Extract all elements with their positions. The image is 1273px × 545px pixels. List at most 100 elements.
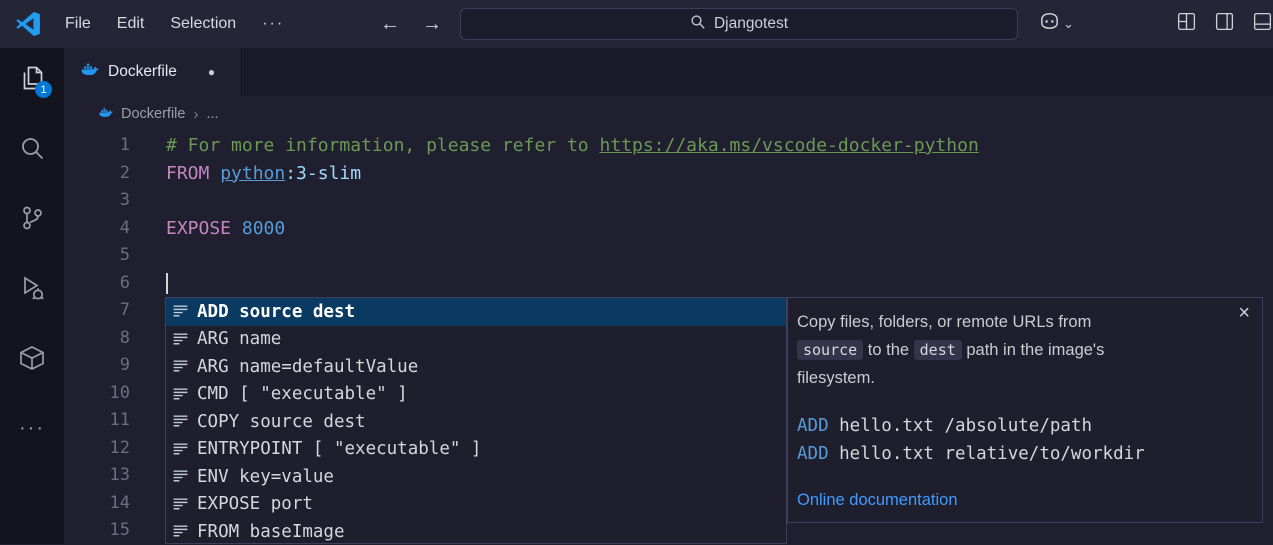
- online-documentation-link[interactable]: Online documentation: [797, 491, 958, 510]
- suggestion-item[interactable]: ARG name: [166, 326, 786, 354]
- inline-code: source: [797, 340, 863, 360]
- doc-text: Copy files, folders, or remote URLs from: [797, 313, 1091, 331]
- line-number: 7: [64, 297, 130, 325]
- suggest-details-panel: Copy files, folders, or remote URLs from…: [787, 297, 1263, 523]
- activity-overflow-icon[interactable]: ···: [18, 414, 46, 442]
- line-number: 2: [64, 160, 130, 188]
- suggestion-label: ADD source dest: [197, 302, 355, 322]
- menu-overflow-button[interactable]: ···: [249, 15, 297, 33]
- explorer-icon[interactable]: 1: [18, 64, 46, 92]
- doc-code-token: ADD: [797, 444, 829, 464]
- title-bar: File Edit Selection ··· ← → Djangotest ⌄: [0, 0, 1273, 48]
- suggestion-item[interactable]: COPY source dest: [166, 408, 786, 436]
- code-token: https://aka.ms/vscode-docker-python: [599, 135, 978, 156]
- line-number: 13: [64, 462, 130, 490]
- dirty-indicator[interactable]: ●: [208, 65, 215, 79]
- code-token: :3-slim: [285, 163, 361, 184]
- suggestion-icon: [171, 523, 189, 541]
- doc-code-example: ADD hello.txt /absolute/path: [797, 413, 1222, 441]
- source-control-icon[interactable]: [18, 204, 46, 232]
- line-number: 10: [64, 380, 130, 408]
- code-text: EXPOSE 8000: [166, 215, 285, 243]
- menu-edit[interactable]: Edit: [104, 15, 158, 33]
- code-text: [166, 270, 168, 298]
- menu-selection[interactable]: Selection: [157, 15, 249, 33]
- suggestion-item[interactable]: CMD [ "executable" ]: [166, 381, 786, 409]
- toggle-panel-icon[interactable]: [1252, 11, 1273, 37]
- doc-text-line: filesystem.: [797, 364, 1222, 392]
- editor-line[interactable]: 6: [64, 270, 1273, 298]
- doc-text: filesystem.: [797, 369, 875, 387]
- code-text: FROM python:3-slim: [166, 160, 361, 188]
- suggestion-item[interactable]: FROM baseImage: [166, 518, 786, 544]
- breadcrumb-symbol[interactable]: ...: [206, 106, 218, 122]
- toggle-sidebar-icon[interactable]: [1214, 11, 1235, 37]
- doc-text: to the: [863, 341, 913, 359]
- suggestion-label: ENTRYPOINT [ "executable" ]: [197, 439, 481, 459]
- line-number: 14: [64, 490, 130, 518]
- history-nav: ← →: [380, 0, 442, 48]
- customize-layout-icon[interactable]: [1176, 11, 1197, 37]
- back-icon[interactable]: ←: [380, 13, 400, 36]
- suggestion-label: ARG name=defaultValue: [197, 357, 418, 377]
- suggestion-icon: [171, 468, 189, 486]
- line-number: 1: [64, 132, 130, 160]
- suggestion-item[interactable]: EXPOSE port: [166, 491, 786, 519]
- text-cursor: [166, 273, 168, 294]
- tab-dockerfile[interactable]: Dockerfile ●: [64, 48, 242, 96]
- tab-bar: Dockerfile ●: [64, 48, 1273, 96]
- suggestion-icon: [171, 495, 189, 513]
- vscode-logo-icon: [15, 11, 41, 37]
- command-center-search[interactable]: Djangotest: [460, 8, 1018, 40]
- forward-icon[interactable]: →: [422, 13, 442, 36]
- suggestion-item[interactable]: ENV key=value: [166, 463, 786, 491]
- docker-whale-icon: [98, 105, 113, 124]
- editor-line[interactable]: 3: [64, 187, 1273, 215]
- suggestion-label: COPY source dest: [197, 412, 366, 432]
- line-number: 3: [64, 187, 130, 215]
- editor-line[interactable]: 5: [64, 242, 1273, 270]
- editor-line[interactable]: 2 FROM python:3-slim: [64, 160, 1273, 188]
- code-token: # For more information, please refer to: [166, 135, 599, 156]
- editor-line[interactable]: 1 # For more information, please refer to…: [64, 132, 1273, 160]
- code-token: FROM: [166, 163, 220, 184]
- suggestion-item[interactable]: ADD source dest: [166, 298, 786, 326]
- copilot-icon: [1038, 10, 1061, 38]
- tab-label: Dockerfile: [108, 63, 177, 81]
- line-number: 5: [64, 242, 130, 270]
- suggestion-icon: [171, 385, 189, 403]
- search-icon: [690, 14, 706, 35]
- breadcrumb-file[interactable]: Dockerfile: [121, 106, 185, 122]
- doc-text: path in the image's: [962, 341, 1105, 359]
- search-view-icon[interactable]: [18, 134, 46, 162]
- docker-icon[interactable]: [18, 344, 46, 372]
- editor-line[interactable]: 4 EXPOSE 8000: [64, 215, 1273, 243]
- layout-controls: [1176, 0, 1273, 48]
- suggest-widget: ADD source dest ARG name ARG name=defaultV…: [165, 297, 787, 544]
- suggestion-item[interactable]: ENTRYPOINT [ "executable" ]: [166, 436, 786, 464]
- code-token: python: [220, 163, 285, 184]
- suggestion-icon: [171, 413, 189, 431]
- suggestion-examples: ADD hello.txt /absolute/pathADD hello.tx…: [797, 413, 1222, 468]
- line-number: 8: [64, 325, 130, 353]
- suggestion-item[interactable]: ARG name=defaultValue: [166, 353, 786, 381]
- doc-code-token: hello.txt /absolute/path: [829, 416, 1092, 436]
- line-number: 15: [64, 517, 130, 545]
- close-icon[interactable]: ×: [1238, 303, 1250, 323]
- suggestion-docs: Copy files, folders, or remote URLs from…: [797, 308, 1222, 392]
- doc-text-line: Copy files, folders, or remote URLs from: [797, 308, 1222, 336]
- copilot-menu[interactable]: ⌄: [1038, 0, 1074, 48]
- doc-text-line: source to the dest path in the image's: [797, 336, 1222, 364]
- code-token: EXPOSE: [166, 218, 242, 239]
- suggestion-label: ARG name: [197, 329, 281, 349]
- run-debug-icon[interactable]: [18, 274, 46, 302]
- code-token: 8000: [242, 218, 285, 239]
- line-number: 4: [64, 215, 130, 243]
- line-number: 6: [64, 270, 130, 298]
- line-number: 9: [64, 352, 130, 380]
- menu-file[interactable]: File: [52, 15, 104, 33]
- activity-bar: 1 ···: [0, 48, 64, 544]
- line-number: 12: [64, 435, 130, 463]
- suggestion-label: CMD [ "executable" ]: [197, 384, 408, 404]
- suggestion-icon: [171, 358, 189, 376]
